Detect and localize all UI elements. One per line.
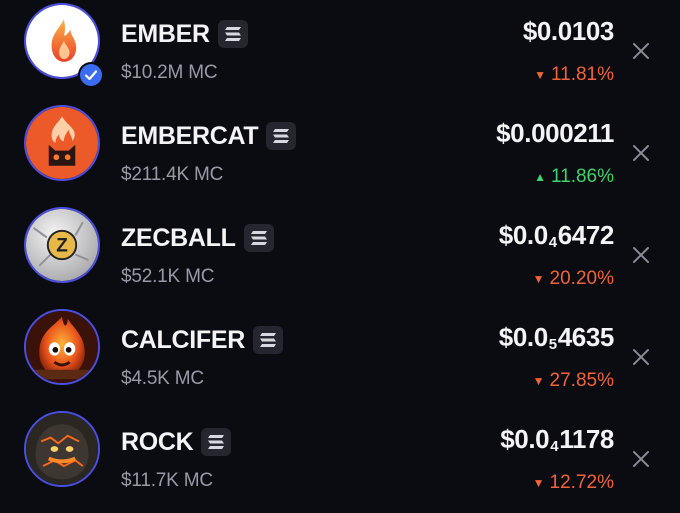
verified-badge-icon <box>78 62 104 88</box>
price-change: ▼ 11.81% <box>534 64 614 86</box>
close-icon[interactable] <box>632 450 650 468</box>
token-name-line: ZECBALL <box>121 222 274 254</box>
price-zero-count: 4 <box>548 234 557 251</box>
price-change-value: 11.86% <box>550 166 614 187</box>
up-arrow-icon: ▲ <box>534 170 546 184</box>
svg-text:Z: Z <box>56 236 68 257</box>
price-suffix: 6472 <box>557 220 615 250</box>
price-main: $0.0103 <box>522 16 615 46</box>
solana-chain-icon <box>201 428 232 456</box>
token-row-embercat[interactable]: EMBERCAT $211.4K MC $0.000211 ▲ 11.86% <box>0 105 680 214</box>
price-prefix: $0.0 <box>500 424 550 454</box>
down-arrow-icon: ▼ <box>534 68 546 82</box>
price-prefix: $0.0 <box>498 220 548 250</box>
fire-demon-icon <box>24 309 100 385</box>
down-arrow-icon: ▼ <box>532 374 545 388</box>
token-name: CALCIFER <box>121 325 245 354</box>
down-arrow-icon: ▼ <box>532 476 545 490</box>
token-row-rock[interactable]: ROCK $11.7K MC $0.041178 ▼ 12.72% <box>0 411 680 513</box>
token-name-line: CALCIFER <box>121 324 283 356</box>
close-icon[interactable] <box>632 246 650 264</box>
price-change: ▼ 20.20% <box>533 268 614 290</box>
market-cap: $11.7K MC <box>121 470 213 491</box>
token-row-zecball[interactable]: Z ZECBALL $52.1K MC $0.046472 ▼ 20.20% <box>0 207 680 316</box>
token-price: $0.0103 <box>522 16 615 47</box>
market-cap: $52.1K MC <box>121 266 215 287</box>
close-icon[interactable] <box>632 42 650 60</box>
token-name: EMBER <box>121 19 210 48</box>
token-name-line: EMBER <box>121 18 248 50</box>
token-name-line: EMBERCAT <box>121 120 297 152</box>
market-cap: $211.4K MC <box>121 164 224 185</box>
price-change-value: 20.20% <box>549 268 614 289</box>
lava-rock-icon <box>24 411 100 487</box>
token-name: ZECBALL <box>121 223 236 252</box>
close-icon[interactable] <box>632 144 650 162</box>
token-price: $0.046472 <box>498 220 615 251</box>
token-price: $0.041178 <box>500 424 614 455</box>
price-zero-count: 4 <box>550 438 559 455</box>
market-cap: $10.2M MC <box>121 62 218 83</box>
price-prefix: $0.0 <box>498 322 548 352</box>
close-icon[interactable] <box>632 348 650 366</box>
token-row-ember[interactable]: EMBER $10.2M MC $0.0103 ▼ 11.81% <box>0 3 680 112</box>
price-zero-count: 5 <box>548 336 557 353</box>
token-name-line: ROCK <box>121 426 232 458</box>
token-price: $0.000211 <box>496 118 614 149</box>
token-row-calcifer[interactable]: CALCIFER $4.5K MC $0.054635 ▼ 27.85% <box>0 309 680 418</box>
price-change: ▼ 27.85% <box>533 370 614 392</box>
token-name: EMBERCAT <box>121 121 259 150</box>
price-change-value: 11.81% <box>550 64 614 85</box>
solana-chain-icon <box>252 326 283 354</box>
zcash-ball-icon: Z <box>24 207 100 283</box>
price-change-value: 12.72% <box>549 472 614 493</box>
solana-chain-icon <box>266 122 297 150</box>
token-watchlist: EMBER $10.2M MC $0.0103 ▼ 11.81% EMBERCA… <box>0 0 680 513</box>
price-main: $0.000211 <box>496 118 614 148</box>
price-change-value: 27.85% <box>549 370 614 391</box>
price-suffix: 1178 <box>559 424 614 454</box>
market-cap: $4.5K MC <box>121 368 204 389</box>
solana-chain-icon <box>217 20 248 48</box>
fire-cat-icon <box>24 105 100 181</box>
solana-chain-icon <box>243 224 274 252</box>
price-change: ▲ 11.86% <box>534 166 614 188</box>
token-name: ROCK <box>121 427 194 456</box>
price-suffix: 4635 <box>557 322 615 352</box>
down-arrow-icon: ▼ <box>532 272 545 286</box>
price-change: ▼ 12.72% <box>533 472 614 494</box>
token-price: $0.054635 <box>498 322 615 353</box>
